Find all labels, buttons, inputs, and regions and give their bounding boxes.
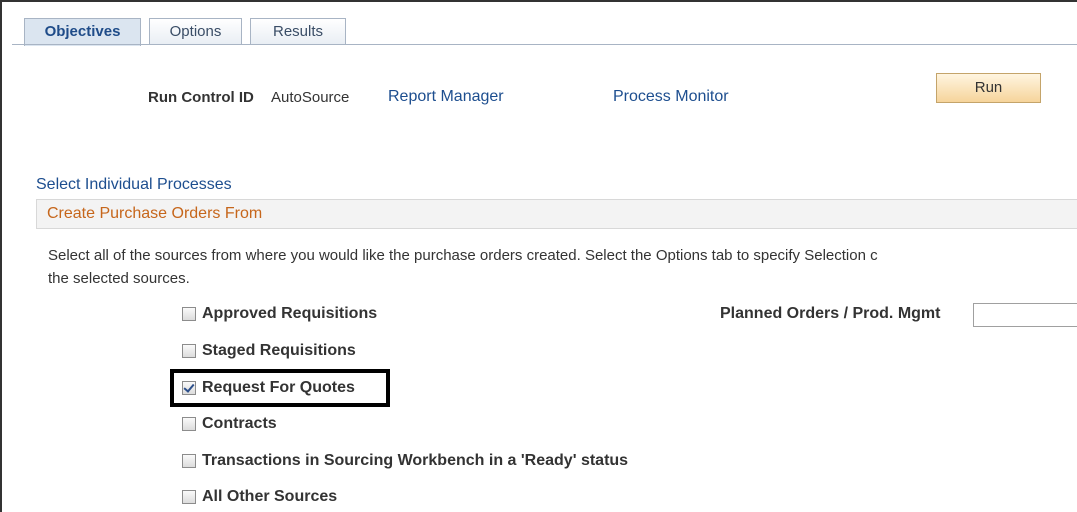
- description-line-1: Select all of the sources from where you…: [48, 247, 878, 264]
- planned-orders-label: Planned Orders / Prod. Mgmt: [720, 305, 941, 322]
- checkbox-label: Transactions in Sourcing Workbench in a …: [202, 452, 629, 469]
- report-manager-link[interactable]: Report Manager: [388, 88, 504, 106]
- checkbox-label: Contracts: [202, 415, 277, 432]
- checkbox-approved-requisitions[interactable]: [182, 307, 196, 321]
- tab-objectives[interactable]: Objectives: [24, 18, 141, 46]
- run-control-id-label: Run Control ID: [148, 89, 254, 106]
- tab-results[interactable]: Results: [250, 18, 346, 44]
- checkbox-label: Staged Requisitions: [202, 342, 356, 359]
- checkbox-sourcing-workbench[interactable]: [182, 454, 196, 468]
- checkbox-staged-requisitions[interactable]: [182, 344, 196, 358]
- description-line-2: the selected sources.: [48, 270, 190, 287]
- source-sourcing-workbench[interactable]: Transactions in Sourcing Workbench in a …: [182, 450, 628, 472]
- source-contracts[interactable]: Contracts: [182, 413, 277, 435]
- process-monitor-link[interactable]: Process Monitor: [613, 88, 729, 106]
- section-description: Select all of the sources from where you…: [48, 244, 1077, 290]
- tab-options[interactable]: Options: [149, 18, 242, 44]
- checkbox-label: Approved Requisitions: [202, 305, 378, 322]
- run-control-id-value: AutoSource: [271, 89, 350, 106]
- checkbox-all-other-sources[interactable]: [182, 490, 196, 504]
- highlight-box: [170, 369, 390, 407]
- source-staged-requisitions[interactable]: Staged Requisitions: [182, 340, 356, 362]
- planned-orders-input[interactable]: [973, 303, 1077, 327]
- source-all-other-sources[interactable]: All Other Sources: [182, 486, 337, 508]
- source-approved-requisitions[interactable]: Approved Requisitions: [182, 303, 377, 325]
- tab-divider: [12, 44, 1077, 45]
- select-individual-processes-link[interactable]: Select Individual Processes: [36, 176, 232, 194]
- section-header-create-po: Create Purchase Orders From: [36, 199, 1077, 229]
- checkbox-contracts[interactable]: [182, 417, 196, 431]
- checkbox-label: All Other Sources: [202, 488, 338, 505]
- run-button[interactable]: Run: [936, 73, 1041, 103]
